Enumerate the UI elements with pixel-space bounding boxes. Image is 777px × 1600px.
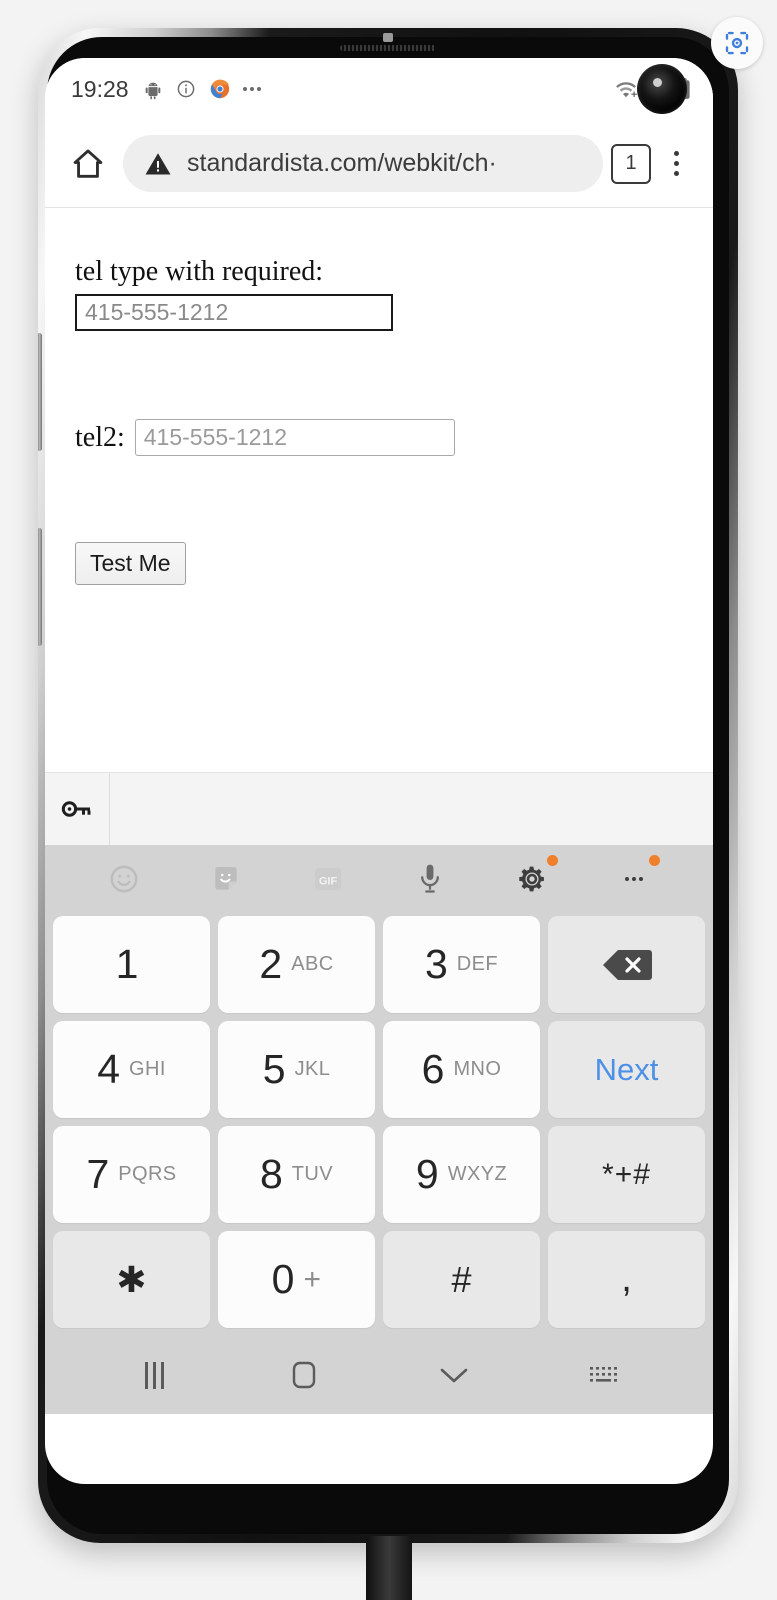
key-2[interactable]: 2 ABC: [218, 916, 375, 1013]
key-next[interactable]: Next: [548, 1021, 705, 1118]
key-4-letters: GHI: [129, 1058, 166, 1080]
key-8-letters: TUV: [291, 1163, 333, 1185]
key-2-label: 2: [259, 941, 283, 987]
key-6[interactable]: 6 MNO: [383, 1021, 540, 1118]
url-omnibox[interactable]: standardista.com/webkit/ch·: [123, 135, 603, 192]
key-1-label: 1: [115, 941, 139, 987]
key-4-label: 4: [97, 1046, 121, 1092]
overflow-menu-icon[interactable]: [659, 144, 693, 184]
more-notifications-icon: [242, 87, 261, 91]
android-robot-icon: [145, 82, 160, 100]
test-me-button[interactable]: Test Me: [75, 542, 186, 585]
url-text: standardista.com/webkit/ch·: [187, 149, 497, 177]
more-badge-dot: [649, 854, 660, 866]
key-3[interactable]: 3 DEF: [383, 916, 540, 1013]
tab-switcher-button[interactable]: 1: [611, 143, 651, 184]
key-7[interactable]: 7 PQRS: [53, 1126, 210, 1223]
gear-badge-dot: [547, 854, 558, 866]
key-4[interactable]: 4 GHI: [53, 1021, 210, 1118]
keyboard-toolbar: GIF: [45, 845, 713, 912]
keypad-grid: 1 2 ABC 3 DEF 4 GHI 5 JKL 6 MNO Next 7 P…: [45, 912, 713, 1336]
microphone-icon[interactable]: [408, 857, 452, 901]
key-hash-label: #: [451, 1258, 472, 1300]
tel1-input[interactable]: [75, 294, 393, 331]
screenshot-scan-icon: [725, 31, 749, 55]
tel2-input[interactable]: [134, 419, 455, 456]
key-5-letters: JKL: [294, 1058, 331, 1080]
key-comma-label: ,: [621, 1257, 632, 1300]
key-7-label: 7: [86, 1151, 110, 1197]
settings-gear-icon[interactable]: [510, 854, 558, 901]
earpiece-speaker: [340, 45, 436, 51]
autofill-suggestion-bar: [45, 772, 713, 845]
more-options-icon[interactable]: [612, 854, 660, 901]
android-navigation-bar: [45, 1336, 713, 1414]
key-8[interactable]: 8 TUV: [218, 1126, 375, 1223]
key-0[interactable]: 0 +: [218, 1231, 375, 1328]
key-8-label: 8: [259, 1151, 283, 1197]
collapse-keyboard-icon[interactable]: [424, 1349, 484, 1401]
autofill-suggestions-area[interactable]: [110, 773, 713, 845]
key-7-letters: PQRS: [118, 1163, 177, 1185]
key-0-plus: +: [303, 1262, 322, 1296]
home-icon[interactable]: [274, 1349, 334, 1401]
numeric-keyboard: GIF 1 2 ABC 3 DEF 4 GHI 5 JKL 6 MNO Next…: [45, 845, 713, 1414]
key-6-label: 6: [421, 1046, 445, 1092]
key-hash[interactable]: #: [383, 1231, 540, 1328]
phone-screen: 19:28 standardista.com/webkit/ch· 1 tel …: [45, 58, 713, 1484]
home-icon[interactable]: [65, 141, 111, 187]
tel1-label: tel type with required:: [75, 256, 324, 287]
info-circle-icon: [177, 80, 194, 98]
volume-button[interactable]: [38, 333, 42, 451]
key-comma[interactable]: ,: [548, 1231, 705, 1328]
key-9-label: 9: [415, 1151, 439, 1197]
screenshot-capture-button[interactable]: [711, 17, 763, 69]
key-asterisk-label: ✱: [116, 1258, 147, 1300]
power-button[interactable]: [38, 528, 42, 646]
status-time: 19:28: [71, 75, 129, 102]
tab-count-label: 1: [625, 152, 637, 174]
key-2-letters: ABC: [291, 953, 334, 975]
chrome-icon: [210, 79, 229, 99]
sticker-icon[interactable]: [204, 857, 248, 901]
tel2-label: tel2:: [75, 421, 125, 453]
svg-text:GIF: GIF: [319, 875, 338, 887]
web-page-content: tel type with required: tel2: Test Me: [45, 208, 713, 772]
key-3-letters: DEF: [456, 953, 498, 975]
phone-frame: 19:28 standardista.com/webkit/ch· 1 tel …: [38, 28, 738, 1543]
front-camera-punch-hole: [637, 64, 687, 114]
tel2-row: tel2:: [75, 419, 713, 456]
backspace-icon: [602, 949, 652, 980]
key-9[interactable]: 9 WXYZ: [383, 1126, 540, 1223]
wifi-plus-icon: [616, 82, 637, 98]
keyboard-switch-icon[interactable]: [574, 1349, 634, 1401]
gif-icon[interactable]: GIF: [306, 857, 350, 901]
key-asterisk[interactable]: ✱: [53, 1231, 210, 1328]
key-star-plus-hash-label: *+#: [602, 1157, 651, 1191]
key-backspace[interactable]: [548, 916, 705, 1013]
key-9-letters: WXYZ: [447, 1163, 508, 1185]
key-5[interactable]: 5 JKL: [218, 1021, 375, 1118]
recents-icon[interactable]: [124, 1349, 184, 1401]
key-next-label: Next: [594, 1051, 659, 1087]
key-3-label: 3: [424, 941, 448, 987]
status-bar: 19:28: [45, 58, 713, 120]
not-secure-warning-icon: [145, 152, 171, 174]
key-star-plus-hash[interactable]: *+#: [548, 1126, 705, 1223]
password-key-icon[interactable]: [45, 773, 110, 845]
browser-toolbar: standardista.com/webkit/ch· 1: [45, 120, 713, 208]
key-5-label: 5: [262, 1046, 286, 1092]
key-6-letters: MNO: [453, 1058, 502, 1080]
charging-cable: [365, 1536, 412, 1600]
key-1[interactable]: 1: [53, 916, 210, 1013]
key-0-label: 0: [271, 1256, 295, 1302]
proximity-sensor: [383, 33, 393, 42]
emoji-icon[interactable]: [102, 857, 146, 901]
